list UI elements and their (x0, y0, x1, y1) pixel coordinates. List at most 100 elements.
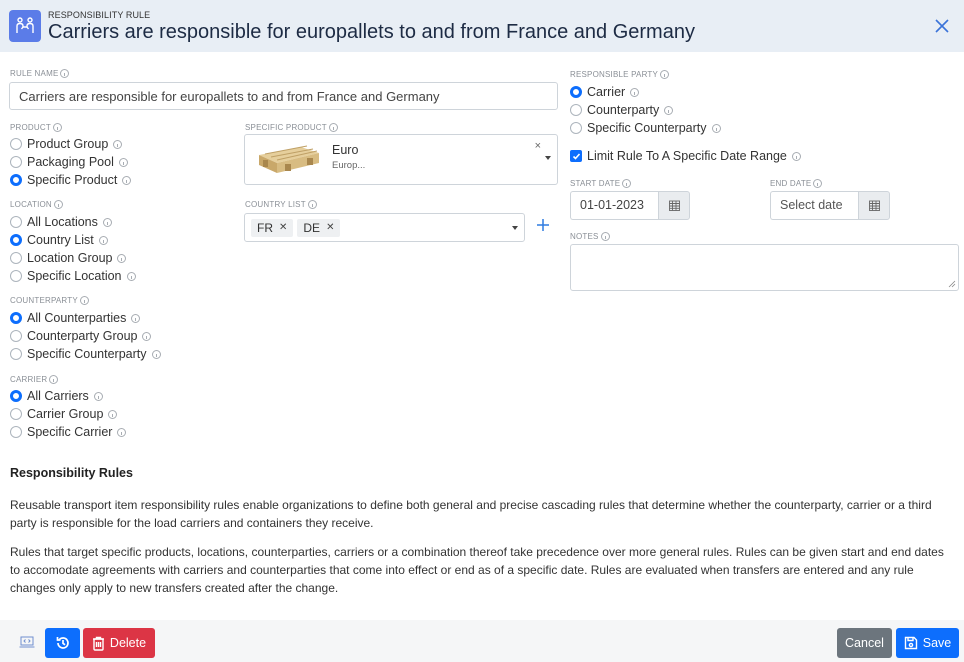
radio-all-locations[interactable]: All Locations (10, 215, 112, 229)
remove-tag-icon[interactable]: ✕ (279, 222, 287, 233)
modal-header: RESPONSIBILITY RULE Carriers are respons… (0, 0, 964, 52)
radio-specific-product[interactable]: Specific Product (10, 173, 132, 187)
radio-button[interactable] (570, 86, 582, 98)
radio-location-group[interactable]: Location Group (10, 251, 127, 265)
cancel-label: Cancel (845, 636, 884, 650)
clear-icon[interactable]: × (535, 140, 541, 152)
info-icon[interactable] (791, 151, 801, 161)
info-icon[interactable] (108, 409, 118, 419)
radio-button[interactable] (570, 122, 582, 134)
specific-product-select[interactable]: Euro Europ... × (244, 134, 558, 185)
info-icon[interactable] (151, 349, 161, 359)
modal-footer: Delete Cancel Save (0, 620, 964, 662)
limit-date-range-checkbox-row[interactable]: Limit Rule To A Specific Date Range (570, 149, 801, 163)
radio-button[interactable] (10, 156, 22, 168)
close-icon[interactable] (932, 16, 952, 36)
radio-specific-carrier[interactable]: Specific Carrier (10, 425, 127, 439)
info-icon[interactable] (622, 179, 632, 188)
info-icon[interactable] (98, 235, 108, 245)
info-icon[interactable] (600, 232, 610, 241)
radio-button[interactable] (570, 104, 582, 116)
radio-button[interactable] (10, 330, 22, 342)
end-date-input[interactable]: Select date (770, 191, 858, 220)
radio-label: Product Group (27, 137, 109, 151)
info-icon[interactable] (118, 157, 128, 167)
radio-button[interactable] (10, 408, 22, 420)
resize-handle-icon[interactable] (948, 280, 956, 288)
plus-icon[interactable] (536, 218, 550, 232)
checkbox[interactable] (570, 150, 582, 162)
end-date-field[interactable]: Select date (770, 191, 890, 220)
radio-specific-location[interactable]: Specific Location (10, 269, 136, 283)
help-title: Responsibility Rules (10, 466, 133, 480)
info-icon[interactable] (117, 427, 127, 437)
info-icon[interactable] (122, 175, 132, 185)
radio-responsible-carrier[interactable]: Carrier (570, 85, 640, 99)
calendar-icon[interactable] (858, 191, 890, 220)
radio-button[interactable] (10, 138, 22, 150)
radio-button[interactable] (10, 174, 22, 186)
end-date-label: END DATE (770, 179, 823, 188)
radio-button[interactable] (10, 348, 22, 360)
radio-button[interactable] (10, 252, 22, 264)
calendar-icon[interactable] (658, 191, 690, 220)
notes-textarea[interactable] (570, 244, 959, 291)
radio-responsible-counterparty[interactable]: Counterparty (570, 103, 674, 117)
info-icon[interactable] (328, 123, 338, 132)
rule-name-input[interactable]: Carriers are responsible for europallets… (9, 82, 558, 110)
info-icon[interactable] (102, 217, 112, 227)
radio-button[interactable] (10, 312, 22, 324)
info-icon[interactable] (49, 375, 59, 384)
tag-label: DE (303, 220, 321, 235)
info-icon[interactable] (52, 123, 62, 132)
radio-counterparty-group[interactable]: Counterparty Group (10, 329, 152, 343)
radio-all-counterparties[interactable]: All Counterparties (10, 311, 141, 325)
info-icon[interactable] (630, 87, 640, 97)
info-icon[interactable] (813, 179, 823, 188)
radio-button[interactable] (10, 216, 22, 228)
radio-carrier-group[interactable]: Carrier Group (10, 407, 118, 421)
rule-name-label: RULE NAME (10, 69, 70, 78)
info-icon[interactable] (711, 123, 721, 133)
info-icon[interactable] (131, 313, 141, 323)
country-list-label: COUNTRY LIST (245, 200, 317, 209)
info-icon[interactable] (664, 105, 674, 115)
chevron-down-icon[interactable] (512, 226, 518, 230)
country-list-select[interactable]: FR ✕ DE ✕ (244, 213, 525, 242)
radio-product-group[interactable]: Product Group (10, 137, 123, 151)
pallet-image (255, 143, 321, 177)
radio-all-carriers[interactable]: All Carriers (10, 389, 103, 403)
info-icon[interactable] (93, 391, 103, 401)
info-icon[interactable] (79, 296, 89, 305)
radio-button[interactable] (10, 234, 22, 246)
save-button[interactable]: Save (896, 628, 959, 658)
info-icon[interactable] (126, 271, 136, 281)
info-icon[interactable] (142, 331, 152, 341)
code-laptop-icon[interactable] (19, 635, 35, 648)
remove-tag-icon[interactable]: ✕ (326, 222, 334, 233)
start-date-field[interactable]: 01-01-2023 (570, 191, 690, 220)
info-icon[interactable] (60, 69, 70, 78)
history-button[interactable] (45, 628, 80, 658)
chevron-down-icon[interactable] (545, 156, 551, 160)
delete-button[interactable]: Delete (83, 628, 155, 658)
country-tag: DE ✕ (297, 218, 341, 237)
radio-button[interactable] (10, 270, 22, 282)
info-icon[interactable] (117, 253, 127, 263)
info-icon[interactable] (113, 139, 123, 149)
radio-specific-counterparty[interactable]: Specific Counterparty (10, 347, 161, 361)
start-date-input[interactable]: 01-01-2023 (570, 191, 658, 220)
radio-responsible-specific-counterparty[interactable]: Specific Counterparty (570, 121, 721, 135)
radio-button[interactable] (10, 390, 22, 402)
radio-country-list[interactable]: Country List (10, 233, 108, 247)
location-label: LOCATION (10, 200, 63, 209)
radio-label: Specific Counterparty (587, 121, 707, 135)
cancel-button[interactable]: Cancel (837, 628, 892, 658)
radio-button[interactable] (10, 426, 22, 438)
info-icon[interactable] (53, 200, 63, 209)
info-icon[interactable] (307, 200, 317, 209)
radio-packaging-pool[interactable]: Packaging Pool (10, 155, 128, 169)
info-icon[interactable] (660, 70, 670, 79)
help-paragraph: Reusable transport item responsibility r… (10, 498, 932, 530)
country-tag: FR ✕ (251, 218, 294, 237)
